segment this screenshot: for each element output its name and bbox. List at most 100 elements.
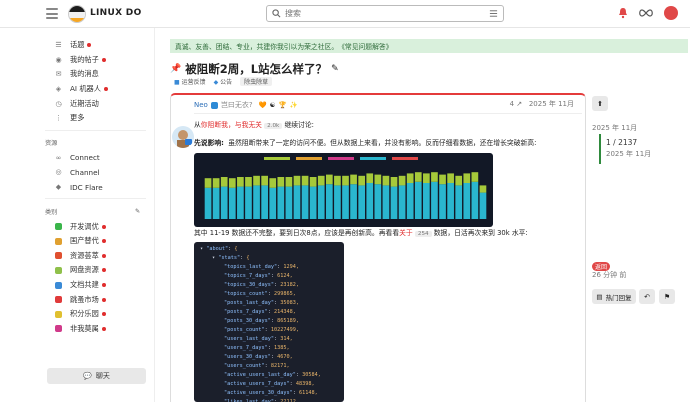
chart-bar	[204, 178, 212, 188]
sidebar-item-1[interactable]: ◉ 我的帖子	[37, 53, 154, 68]
sidebar-item-label: 非我莫属	[70, 323, 99, 333]
filter-icon[interactable]	[489, 9, 498, 18]
meta-divider	[194, 113, 582, 114]
category-icon	[54, 310, 63, 319]
about-link[interactable]: 关于	[399, 229, 413, 237]
site-logo[interactable]	[68, 5, 86, 23]
chart-bar	[212, 187, 220, 219]
sidebar-item-label: 更多	[70, 113, 85, 123]
sidebar-resource-2[interactable]: ◆ IDC Flare	[37, 180, 154, 195]
stats-bar-chart[interactable]	[194, 153, 493, 227]
text-suffix: 继续讨论:	[284, 121, 314, 129]
code-line: "topics_last_day": 1294,	[224, 264, 299, 270]
chat-button[interactable]: 💬 聊天	[47, 368, 146, 384]
sidebar-category-6[interactable]: 积分乐园	[37, 307, 154, 322]
announce-icon: ◆	[213, 79, 219, 86]
chart-bar	[317, 185, 325, 219]
chart-bar	[463, 173, 471, 183]
tag-announcement[interactable]: ◆ 公告	[214, 77, 233, 86]
menu-icon[interactable]	[46, 8, 58, 19]
sidebar-item-3[interactable]: ◈ AI 机器人	[37, 82, 154, 97]
inbox-icon: ✉	[55, 70, 62, 79]
search-bar[interactable]	[266, 5, 504, 22]
tag-debug[interactable]: 除虫除草	[240, 77, 273, 86]
sidebar-item-label: 话题	[70, 40, 85, 50]
chart-bar	[261, 175, 268, 186]
topic-tags: ■ 运营反馈 ◆ 公告 除虫除草	[174, 77, 273, 86]
chart-bar	[431, 181, 438, 219]
hot-replies-button[interactable]: ▤ 热门回复	[592, 289, 636, 304]
search-icon	[272, 9, 281, 18]
tag-label: 公告	[220, 79, 233, 86]
json-code-block[interactable]: ▾ "about": {▾ "stats": {"topics_last_day…	[194, 242, 344, 402]
post-meta: Neo 岂曰无衣? 🧡☯🏆✨ 4 ↗ 2025 年 11月	[194, 99, 582, 111]
timeline-start-date[interactable]: 2025 年 11月	[592, 123, 637, 133]
sidebar-category-2[interactable]: 资源荟萃	[37, 249, 154, 264]
sidebar-category-4[interactable]: 文档共建	[37, 278, 154, 293]
sidebar-item-4[interactable]: ◷ 近期活动	[37, 96, 154, 111]
chart-bar	[277, 186, 285, 219]
site-brand[interactable]: LINUX DO	[90, 8, 142, 18]
faq-link[interactable]: 《常见问题解答》	[338, 41, 392, 51]
notification-icon[interactable]	[618, 7, 628, 19]
category-icon	[54, 251, 63, 260]
sidebar-section-categories[interactable]: 类别 ✎	[37, 203, 154, 219]
chart-bar	[317, 175, 325, 186]
chart-bar	[204, 187, 212, 219]
search-input[interactable]	[285, 7, 465, 20]
share-button[interactable]: ⬆	[592, 96, 608, 111]
sidebar-divider	[45, 129, 146, 131]
post-username[interactable]: Neo	[194, 101, 208, 109]
edit-title-icon[interactable]: ✎	[331, 64, 339, 74]
linked-topic[interactable]: 你阻断我，与我无关	[201, 121, 262, 129]
bookmark-button[interactable]: ⚑	[659, 289, 675, 304]
unread-dot	[101, 239, 106, 244]
bold-heading: 先说影响:	[194, 139, 224, 147]
reply-button[interactable]: ↶	[639, 289, 655, 304]
sidebar-category-7[interactable]: 非我莫属	[37, 322, 154, 337]
chart-bar	[374, 174, 382, 185]
chart-bar	[220, 177, 228, 187]
sidebar-resource-0[interactable]: ∞ Connect	[37, 151, 154, 166]
timeline-scroller[interactable]	[599, 134, 601, 164]
sidebar-category-0[interactable]: 开发调优	[37, 219, 154, 234]
sidebar-item-0[interactable]: ☰ 话题	[37, 38, 154, 53]
post-date[interactable]: 2025 年 11月	[529, 100, 574, 108]
infinity-icon[interactable]	[638, 8, 654, 18]
chat-icon: 💬	[83, 372, 92, 380]
topic-title-text[interactable]: 被阻断2周，L站怎么样了？	[185, 61, 327, 77]
paragraph-text: 虽然阻断带来了一定的访问不便。但从数据上来看，并没有影响。反而仔细看数据，还在增…	[228, 139, 537, 147]
category-badge[interactable]: ■ 运营反馈	[174, 77, 206, 86]
chart-bar	[447, 173, 454, 183]
chart-bar	[334, 185, 341, 219]
edit-icon[interactable]: ✎	[135, 208, 140, 215]
timeline-end-ago[interactable]: 26 分钟 前	[592, 270, 626, 280]
chart-bar	[390, 177, 398, 187]
chart-bar	[398, 185, 406, 219]
sidebar-category-5[interactable]: 跳蚤市场	[37, 292, 154, 307]
sidebar-item-5[interactable]: ⋮ 更多	[37, 111, 154, 126]
sidebar-resource-1[interactable]: ◎ Channel	[37, 165, 154, 180]
bookmark-icon: ⚑	[663, 292, 671, 301]
unread-dot	[101, 283, 106, 288]
post-line-2: 先说影响: 虽然阻断带来了一定的访问不便。但从数据上来看，并没有影响。反而仔细看…	[194, 137, 536, 147]
chart-bar	[374, 184, 382, 219]
chart-bar	[455, 185, 463, 219]
text-prefix: 其中 11-19 数据还不完整，要到日次8点，应该是再创新高。再看看	[194, 229, 400, 237]
chart-bar	[439, 184, 446, 219]
sidebar-item-2[interactable]: ✉ 我的消息	[37, 67, 154, 82]
sidebar-section-resources[interactable]: 资源	[37, 135, 154, 151]
chart-bar	[471, 181, 479, 219]
code-line: "active_users_30_days": 61148,	[224, 390, 318, 396]
sidebar-item-label: 网盘资源	[70, 265, 99, 275]
reply-count[interactable]: 4	[510, 100, 514, 108]
user-avatar[interactable]	[664, 6, 678, 20]
code-line: "active_users_last_day": 30584,	[224, 372, 321, 378]
top-header: LINUX DO	[0, 0, 690, 28]
sidebar-category-3[interactable]: 网盘资源	[37, 263, 154, 278]
section-label: 资源	[45, 140, 58, 148]
code-line: "topics_count": 299865,	[224, 291, 296, 297]
chart-bar	[382, 185, 390, 219]
post-author-avatar[interactable]	[172, 126, 194, 148]
sidebar-category-1[interactable]: 国产替代	[37, 234, 154, 249]
